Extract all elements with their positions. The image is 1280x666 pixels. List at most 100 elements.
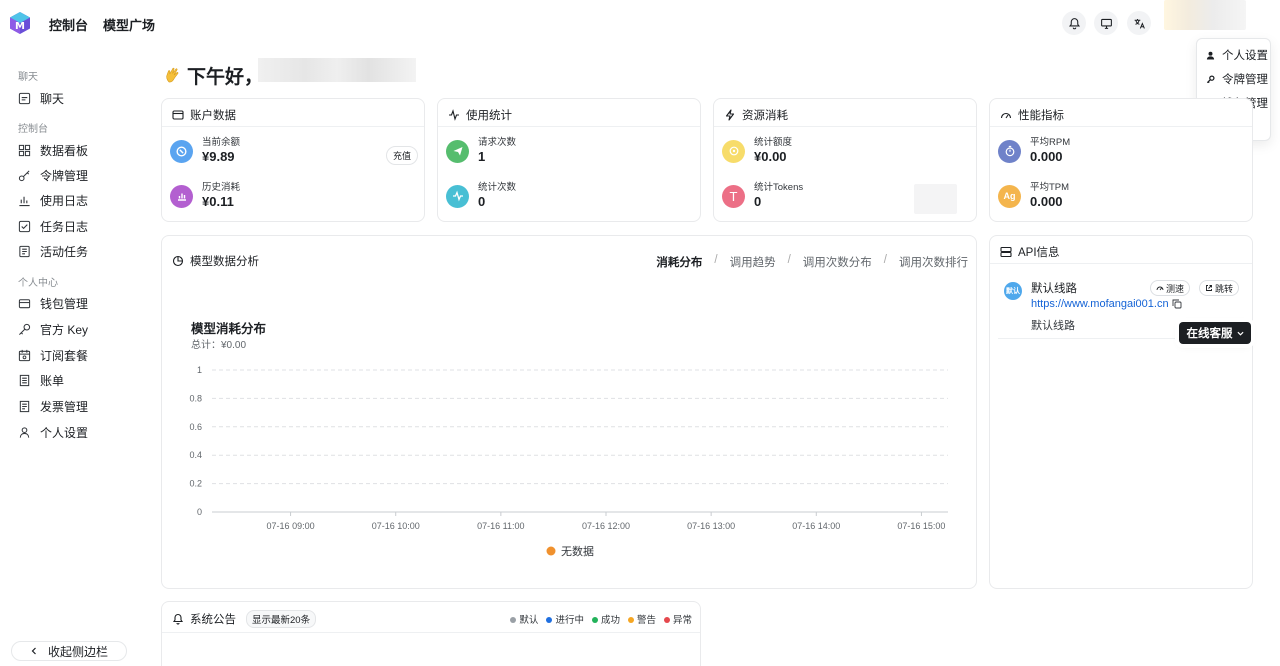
sidebar-item-task-log[interactable]: 任务日志 xyxy=(18,216,88,236)
status-legend: 默认 进行中 成功 警告 异常 xyxy=(510,612,692,626)
tab-call-count-ranking[interactable]: 调用次数排行 xyxy=(899,254,968,270)
sidebar-item-wallet[interactable]: 钱包管理 xyxy=(18,293,88,313)
menu-item-personal-settings[interactable]: 个人设置 xyxy=(1206,47,1268,63)
sidebar-item-label: 订阅套餐 xyxy=(40,348,89,363)
pulse-icon xyxy=(446,184,469,208)
menu-item-label: 个人设置 xyxy=(1222,50,1268,62)
user-avatar[interactable] xyxy=(1164,0,1246,30)
rpm-label: 平均RPM xyxy=(1030,137,1071,148)
collapse-sidebar-button[interactable]: 收起侧边栏 xyxy=(11,641,127,661)
tokens-stat: T 统计Tokens 0 xyxy=(722,182,803,210)
nav-console[interactable]: 控制台 xyxy=(49,15,88,34)
count-stat: 统计次数 0 xyxy=(446,182,516,210)
card-title-text: 使用统计 xyxy=(466,110,512,122)
y-tick-label: 0.2 xyxy=(189,479,202,489)
api-info-card: API信息 默认 默认线路 测速 跳转 https://www.mofangai… xyxy=(989,235,1253,589)
jump-button[interactable]: 跳转 xyxy=(1199,280,1240,296)
rpm-stat: 平均RPM 0.000 xyxy=(998,137,1070,165)
sidebar: 聊天 聊天 控制台 数据看板 令牌管理 使用日志 任务日志 活动任务 个人中心 … xyxy=(0,46,148,666)
calendar-icon xyxy=(18,349,31,361)
menu-item-token-management[interactable]: 令牌管理 xyxy=(1206,71,1268,87)
send-icon xyxy=(446,139,469,163)
copy-icon[interactable] xyxy=(1172,299,1182,309)
gauge-icon xyxy=(1000,112,1012,119)
bill-icon xyxy=(19,374,30,386)
username-blurred xyxy=(258,58,416,82)
card-title-text: API信息 xyxy=(1018,247,1060,259)
online-service-button[interactable]: 在线客服 xyxy=(1179,322,1251,344)
x-tick-label: 07-16 12:00 xyxy=(582,521,630,531)
sidebar-item-dashboard[interactable]: 数据看板 xyxy=(18,140,88,160)
monitor-icon xyxy=(1100,18,1112,29)
sidebar-item-label: 钱包管理 xyxy=(40,296,89,311)
silver-icon: Ag xyxy=(998,184,1021,208)
card-title: API信息 xyxy=(1000,244,1060,260)
lightning-icon xyxy=(725,109,735,121)
sidebar-item-official-key[interactable]: 官方 Key xyxy=(18,319,88,339)
translate-icon xyxy=(1134,18,1145,29)
recharge-button[interactable]: 充值 xyxy=(386,146,419,165)
sidebar-item-bill[interactable]: 账单 xyxy=(18,370,64,390)
sidebar-section-console: 控制台 xyxy=(18,124,48,135)
sidebar-item-label: 令牌管理 xyxy=(40,168,89,183)
quota-stat: 统计额度 ¥0.00 xyxy=(722,137,792,165)
waving-hand-icon xyxy=(166,67,179,82)
bell-icon xyxy=(172,613,184,625)
card-title-text: 系统公告 xyxy=(190,614,236,626)
sidebar-item-invoice[interactable]: 发票管理 xyxy=(18,396,88,416)
rpm-value: 0.000 xyxy=(1030,149,1063,164)
y-tick-label: 1 xyxy=(197,365,202,375)
performance-card: 性能指标 平均RPM 0.000 Ag 平均TPM 0.000 xyxy=(989,98,1253,222)
legend-error: 异常 xyxy=(663,612,692,626)
y-tick-label: 0.8 xyxy=(189,393,202,403)
api-url-link[interactable]: https://www.mofangai001.cn xyxy=(1031,298,1169,310)
sidebar-item-subscription[interactable]: 订阅套餐 xyxy=(18,345,88,365)
language-button[interactable] xyxy=(1127,11,1151,35)
key-icon xyxy=(1206,74,1215,83)
legend-default: 默认 xyxy=(510,612,538,626)
announcement-card: 系统公告 显示最新20条 默认 进行中 成功 警告 异常 xyxy=(161,601,701,666)
tab-separator: / xyxy=(787,254,791,266)
x-tick-label: 07-16 10:00 xyxy=(372,521,420,531)
sidebar-item-chat[interactable]: 聊天 xyxy=(18,88,64,108)
svg-text:M: M xyxy=(15,21,25,32)
speed-test-button[interactable]: 测速 xyxy=(1150,280,1191,296)
sidebar-item-label: 使用日志 xyxy=(40,193,89,208)
sidebar-item-activity-task[interactable]: 活动任务 xyxy=(18,241,88,261)
sidebar-item-usage-log[interactable]: 使用日志 xyxy=(18,190,88,210)
tab-consumption-distribution[interactable]: 消耗分布 xyxy=(656,254,702,270)
card-title: 系统公告 显示最新20条 xyxy=(172,610,317,628)
spent-stat: 历史消耗 ¥0.11 xyxy=(170,182,240,210)
tab-separator: / xyxy=(714,254,718,266)
legend-success: 成功 xyxy=(591,612,620,626)
latest-count-badge: 显示最新20条 xyxy=(246,610,317,628)
card-title-text: 资源消耗 xyxy=(742,110,788,122)
nav-model-square[interactable]: 模型广场 xyxy=(103,15,155,34)
tpm-value: 0.000 xyxy=(1030,194,1063,209)
notification-button[interactable] xyxy=(1062,11,1086,35)
card-divider xyxy=(438,126,700,127)
model-analysis-card: 模型数据分析 消耗分布 / 调用趋势 / 调用次数分布 / 调用次数排行 模型消… xyxy=(161,235,977,589)
external-link-icon xyxy=(1206,285,1212,291)
card-title: 性能指标 xyxy=(1000,107,1064,123)
sidebar-item-label: 官方 Key xyxy=(40,322,89,337)
y-tick-label: 0.6 xyxy=(189,422,202,432)
spent-icon xyxy=(170,184,193,208)
display-button[interactable] xyxy=(1094,11,1118,35)
usage-stats-card: 使用统计 请求次数 1 统计次数 0 xyxy=(437,98,701,222)
sidebar-item-token-management[interactable]: 令牌管理 xyxy=(18,165,88,185)
app-logo-icon[interactable]: M xyxy=(8,11,32,35)
chart-title: 模型消耗分布 xyxy=(191,322,267,336)
bar-chart-icon xyxy=(19,196,30,206)
balance-label: 当前余额 xyxy=(202,137,241,148)
tab-call-trend[interactable]: 调用趋势 xyxy=(730,254,776,270)
checkbox-icon xyxy=(18,220,31,232)
sidebar-item-personal-settings[interactable]: 个人设置 xyxy=(18,422,88,442)
speedometer-icon xyxy=(1156,286,1164,291)
legend-warning: 警告 xyxy=(627,612,656,626)
card-title: 使用统计 xyxy=(448,107,512,123)
balance-icon xyxy=(170,139,193,163)
tab-call-count-distribution[interactable]: 调用次数分布 xyxy=(803,254,872,270)
spent-label: 历史消耗 xyxy=(202,182,241,193)
sidebar-item-label: 账单 xyxy=(40,373,65,388)
